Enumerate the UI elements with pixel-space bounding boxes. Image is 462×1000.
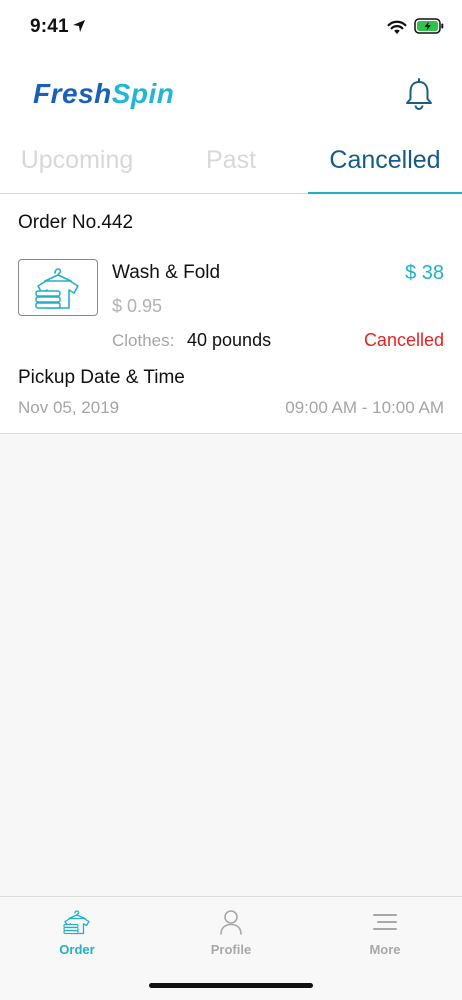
tab-upcoming[interactable]: Upcoming (18, 146, 136, 175)
status-time: 9:41 (30, 16, 69, 37)
menu-lines-icon (373, 914, 397, 930)
tab-past[interactable]: Past (188, 146, 274, 175)
logo-text-spin: Spin (111, 78, 175, 109)
pickup-title: Pickup Date & Time (18, 367, 185, 388)
tabbar-label-order: Order (59, 942, 95, 957)
order-tabs: Upcoming Past Cancelled (0, 136, 462, 194)
home-indicator (149, 983, 313, 988)
pickup-date: Nov 05, 2019 (18, 398, 120, 417)
wifi-icon (387, 20, 407, 34)
app-header: FreshSpin (0, 60, 462, 130)
tabbar-item-more[interactable]: More (308, 897, 462, 967)
order-total: $ 38 (405, 262, 444, 284)
clothes-label: Clothes: (112, 331, 175, 350)
battery-charging-icon (414, 18, 444, 34)
location-arrow-icon (73, 20, 85, 32)
status-bar: 9:41 (0, 0, 462, 56)
clothes-weight: 40 pounds (187, 330, 272, 350)
order-shirt-icon (63, 910, 90, 935)
person-icon (220, 910, 242, 935)
unit-price: $ 0.95 (112, 296, 163, 316)
service-name: Wash & Fold (112, 262, 221, 283)
tabbar-label-more: More (369, 942, 401, 957)
screen-content: 9:41 FreshSpin Upcoming Past Cancelled O… (0, 0, 462, 434)
order-number: Order No.442 (18, 212, 134, 233)
tabbar-item-profile[interactable]: Profile (154, 897, 308, 967)
tab-cancelled[interactable]: Cancelled (308, 146, 462, 175)
bell-icon[interactable] (400, 74, 438, 112)
active-tab-indicator (308, 192, 462, 194)
tabbar-label-profile: Profile (210, 942, 252, 957)
tabbar-item-order[interactable]: Order (0, 897, 154, 967)
laundry-shirt-icon (35, 268, 79, 309)
service-thumbnail (18, 259, 98, 316)
pickup-time: 09:00 AM - 10:00 AM (285, 398, 444, 417)
order-divider (0, 433, 462, 434)
order-status-badge: Cancelled (363, 330, 444, 350)
logo-text-fresh: Fresh (33, 78, 112, 109)
freshspin-logo: FreshSpin (33, 78, 174, 110)
